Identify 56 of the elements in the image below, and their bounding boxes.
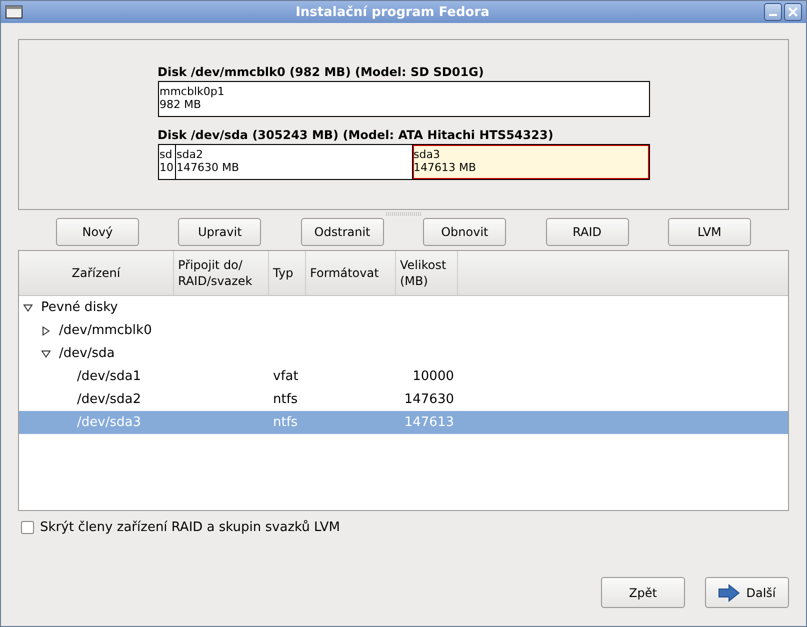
size-cell: 147613 bbox=[404, 415, 454, 430]
column-header[interactable]: Zařízení bbox=[19, 251, 174, 295]
window-title: Instalační program Fedora bbox=[294, 4, 490, 20]
tree-row[interactable]: /dev/sda2 ntfs 147630 bbox=[19, 388, 788, 411]
next-button[interactable]: Další bbox=[705, 577, 789, 608]
tree-row[interactable]: Pevné disky bbox=[19, 296, 788, 319]
minimize-button[interactable] bbox=[764, 3, 782, 21]
partition-size: 10 bbox=[160, 161, 174, 174]
device-name: /dev/sda2 bbox=[77, 392, 141, 407]
column-header[interactable]: Typ bbox=[269, 251, 306, 295]
partition-segment[interactable]: sd 10 bbox=[158, 145, 174, 179]
action-button[interactable]: Nový bbox=[56, 218, 139, 246]
column-header[interactable]: Připojit do/ RAID/svazek bbox=[174, 251, 269, 295]
close-button[interactable] bbox=[784, 3, 802, 21]
partition-segment[interactable]: sda3 147613 MB bbox=[412, 145, 648, 179]
disk-title: Disk /dev/mmcblk0 (982 MB) (Model: SD SD01G) bbox=[158, 64, 485, 80]
type-cell: vfat bbox=[273, 369, 298, 384]
device-name: /dev/sda3 bbox=[77, 415, 141, 430]
right-arrow-icon bbox=[718, 584, 740, 602]
partition-name: mmcblk0p1 bbox=[160, 85, 226, 98]
partition-name: sda3 bbox=[414, 148, 441, 161]
hide-members-checkbox[interactable] bbox=[21, 521, 34, 534]
action-button[interactable]: Odstranit bbox=[300, 218, 384, 246]
partition-size: 982 MB bbox=[160, 98, 202, 111]
partition-segment[interactable]: mmcblk0p1 982 MB bbox=[158, 82, 648, 116]
partition-name: sd bbox=[160, 148, 174, 161]
device-name: /dev/sda bbox=[59, 346, 115, 361]
column-header[interactable]: Velikost (MB) bbox=[396, 251, 458, 295]
device-name: /dev/sda1 bbox=[77, 369, 141, 384]
resize-grip-icon[interactable] bbox=[386, 212, 422, 216]
checkbox-label: Skrýt členy zařízení RAID a skupin svazků LVM bbox=[40, 520, 340, 535]
action-button[interactable]: Upravit bbox=[178, 218, 262, 246]
back-button[interactable]: Zpět bbox=[601, 577, 685, 608]
device-name: /dev/mmcblk0 bbox=[59, 323, 152, 338]
tree-row[interactable]: /dev/mmcblk0 bbox=[19, 319, 788, 342]
device-name: Pevné disky bbox=[41, 300, 118, 315]
type-cell: ntfs bbox=[273, 415, 298, 430]
expanded-triangle-icon[interactable] bbox=[23, 302, 33, 312]
action-button[interactable]: Obnovit bbox=[423, 218, 506, 246]
tree-row[interactable]: /dev/sda1 vfat 10000 bbox=[19, 365, 788, 388]
size-cell: 147630 bbox=[404, 392, 454, 407]
partition-size: 147630 MB bbox=[176, 161, 240, 174]
partition-size: 147613 MB bbox=[414, 161, 478, 174]
disk-title: Disk /dev/sda (305243 MB) (Model: ATA Hitachi HTS54323) bbox=[158, 127, 554, 143]
column-header[interactable]: Formátovat bbox=[306, 251, 396, 295]
partition-name: sda2 bbox=[176, 148, 204, 161]
action-button[interactable]: RAID bbox=[546, 218, 629, 246]
close-icon bbox=[788, 7, 798, 17]
collapsed-triangle-icon[interactable] bbox=[41, 326, 51, 336]
type-cell: ntfs bbox=[273, 392, 298, 407]
action-button[interactable]: LVM bbox=[668, 218, 751, 246]
tree-row[interactable]: /dev/sda bbox=[19, 342, 788, 365]
minimize-icon bbox=[769, 14, 777, 16]
window-icon bbox=[5, 5, 23, 19]
expanded-triangle-icon[interactable] bbox=[41, 348, 51, 358]
size-cell: 10000 bbox=[412, 369, 454, 384]
